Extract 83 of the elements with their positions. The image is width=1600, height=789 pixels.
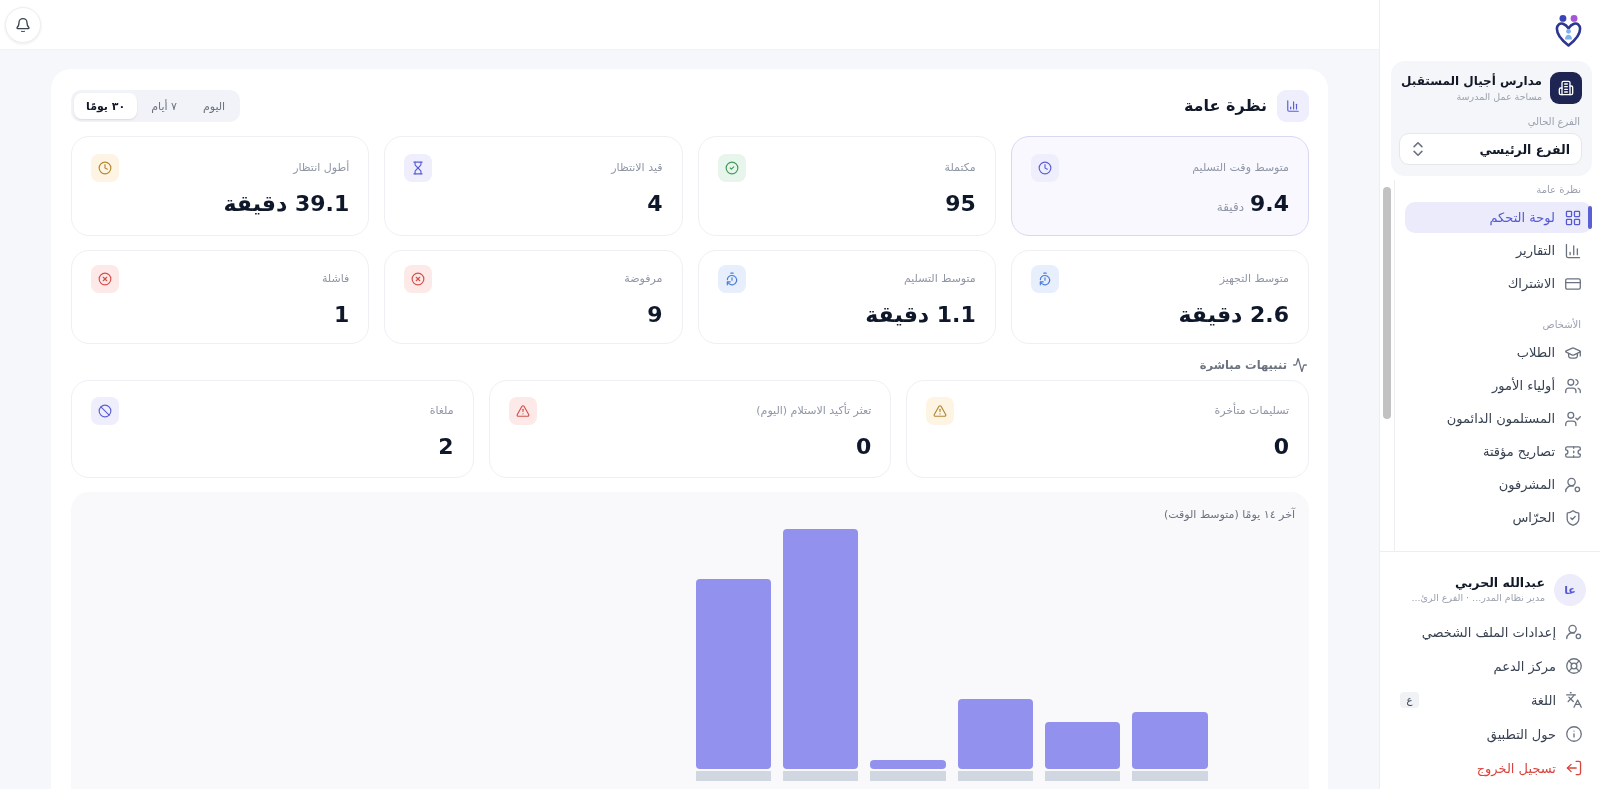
alert-value: 0: [1273, 433, 1289, 461]
user-name: عبدالله الحربي: [1455, 575, 1545, 591]
language-indicator: ع: [1400, 692, 1419, 708]
alert-value: 2: [438, 433, 454, 461]
alert-value: 0: [856, 433, 872, 461]
nav-section-title: الأشخاص: [1541, 318, 1582, 332]
stat-value: 4: [647, 190, 663, 218]
grid-icon: [1565, 209, 1581, 226]
nav-item[interactable]: لوحة التحكم: [1405, 202, 1592, 233]
heart-logo-icon: [1555, 14, 1582, 47]
pulse-icon: [1293, 358, 1307, 372]
graduation-cap-icon: [1565, 344, 1581, 361]
nav-item[interactable]: التقارير: [1405, 235, 1592, 266]
period-tab[interactable]: اليوم: [190, 93, 238, 119]
chart-title: آخر ١٤ يومًا (متوسط الوقت): [1163, 508, 1295, 522]
menu-item[interactable]: مركز الدعم: [1400, 651, 1592, 681]
stat-unit: دقيقة: [1216, 200, 1244, 214]
clock-icon: [1030, 154, 1059, 182]
user-icon: [1566, 624, 1582, 640]
period-tab[interactable]: ٣٠ يومًا: [74, 93, 138, 119]
user-role: مدير نظام المدر... · الفرع الرئ...: [1411, 591, 1545, 605]
bar-chart-icon: [1565, 242, 1581, 259]
period-tab[interactable]: ٧ أيام: [139, 93, 189, 119]
menu-item[interactable]: حول التطبيق: [1400, 719, 1592, 749]
warning-icon: [926, 397, 955, 425]
stat-value: 9.4: [1250, 190, 1289, 218]
menu-item[interactable]: تسجيل الخروج: [1400, 753, 1592, 783]
lifebuoy-icon: [1566, 658, 1582, 674]
nav-item[interactable]: أولياء الأمور: [1405, 370, 1592, 401]
stat-label: فاشلة: [321, 272, 350, 286]
stat-label: متوسط التسليم: [903, 272, 976, 286]
users-icon: [1565, 377, 1581, 394]
menu-item[interactable]: إعدادات الملف الشخصي: [1400, 617, 1592, 647]
branch-label: الفرع الحالي: [1526, 115, 1580, 128]
warning-icon: [508, 397, 537, 425]
branch-select[interactable]: الفرع الرئيسي: [1399, 133, 1582, 165]
section-title: نظرة عامة: [1183, 96, 1267, 116]
stat-value: 2.6 دقيقة: [1178, 301, 1289, 329]
alert-label: تسليمات متأخرة: [1214, 404, 1289, 418]
nav-item[interactable]: الاشتراك: [1405, 268, 1592, 299]
building-icon: [1550, 72, 1582, 104]
nav-item[interactable]: المستلمون الدائمون: [1405, 403, 1592, 434]
notifications-button[interactable]: [5, 6, 41, 43]
stat-label: متوسط التجهيز: [1219, 272, 1289, 286]
menu-item[interactable]: اللغة ع: [1400, 685, 1592, 715]
nav-item[interactable]: تصاريح مؤقتة: [1405, 436, 1592, 467]
nav-section-title: نظرة عامة: [1535, 183, 1582, 197]
stat-label: أطول انتظار: [293, 161, 350, 175]
timer-icon: [717, 265, 746, 293]
timer-icon: [1030, 265, 1059, 293]
nav-item[interactable]: الحرّاس: [1405, 502, 1592, 533]
stat-value: 1.1 دقيقة: [865, 301, 976, 329]
nav-item[interactable]: المشرفون: [1405, 469, 1592, 500]
stat-value: 9: [647, 301, 663, 329]
credit-card-icon: [1565, 275, 1581, 292]
stat-label: مكتملة: [944, 161, 976, 175]
logout-icon: [1566, 760, 1582, 776]
shield-check-icon: [1565, 509, 1581, 526]
info-icon: [1566, 726, 1582, 742]
workspace-subtitle: مساحة عمل المدرسة: [1456, 90, 1542, 103]
stat-value: 39.1 دقيقة: [223, 190, 350, 218]
stat-label: متوسط وقت التسليم: [1192, 161, 1289, 175]
bell-icon: [16, 17, 30, 32]
ticket-icon: [1565, 443, 1581, 460]
translate-icon: [1566, 692, 1582, 708]
bar-chart-icon: [1277, 90, 1309, 122]
user-avatar: عا: [1554, 574, 1586, 606]
stat-value: 1: [333, 301, 350, 329]
hourglass-icon: [404, 154, 433, 182]
stat-label: قيد الانتظار: [611, 161, 663, 175]
user-check-icon: [1565, 410, 1581, 427]
alert-label: ملغاة: [429, 404, 454, 418]
user-icon: [1565, 476, 1581, 493]
alert-label: تعثر تأكيد الاستلام (اليوم): [756, 404, 872, 418]
workspace-name: مدارس أجيال المستقبل: [1401, 73, 1542, 90]
alerts-heading: تنبيهات مباشرة: [1199, 358, 1287, 372]
prohibited-icon: [91, 397, 119, 425]
clock-icon: [91, 154, 119, 182]
nav-item[interactable]: الطلاب: [1405, 337, 1592, 368]
scrollbar-thumb[interactable]: [1383, 187, 1391, 419]
chevron-up-down-icon: [1411, 142, 1425, 156]
stat-value: 95: [945, 190, 976, 218]
stat-label: مرفوضة: [624, 272, 663, 286]
